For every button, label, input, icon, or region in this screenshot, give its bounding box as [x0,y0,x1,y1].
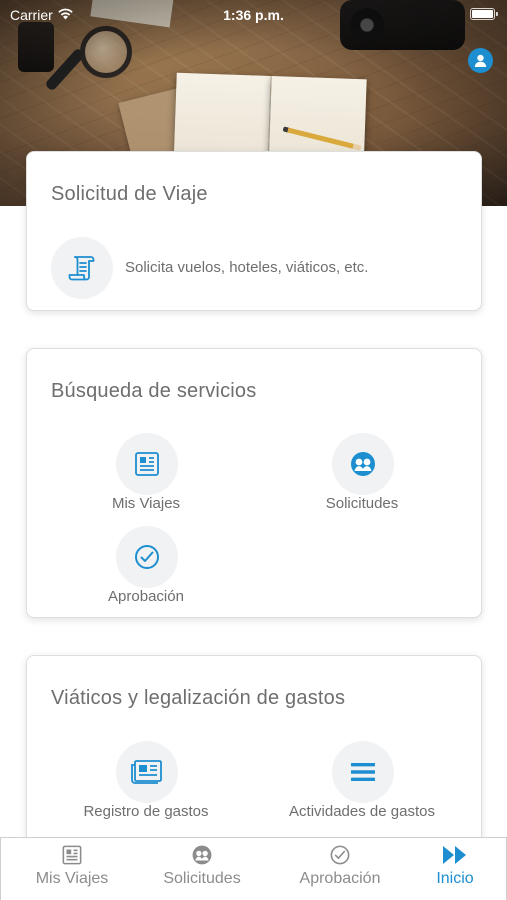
people-icon [192,845,212,865]
tab-home-label: Inicio [436,870,474,887]
tab-my-trips[interactable]: Mis Viajes [9,838,135,900]
people-icon [351,452,375,476]
status-bar: Carrier 1:36 p.m. [0,0,507,28]
tab-my-trips-label: Mis Viajes [35,870,109,887]
tab-home[interactable]: Inicio [392,838,507,900]
my-trips-label: Mis Viajes [111,495,181,512]
requests-icon-circle [332,433,394,495]
service-item-my-trips[interactable]: Mis Viajes [56,433,236,517]
my-trips-icon-circle [116,433,178,495]
approval-label: Aprobación [108,588,184,605]
tab-requests-label: Solicitudes [163,870,241,887]
travel-request-item[interactable]: Solicita vuelos, hoteles, viáticos, etc. [51,237,451,299]
activities-icon-circle [332,741,394,803]
newspaper-icon [135,452,159,476]
requests-label: Solicitudes [325,495,399,512]
check-circle-icon [135,545,159,569]
travel-request-label: Solicita vuelos, hoteles, viáticos, etc. [125,259,369,276]
service-search-card: Búsqueda de servicios Mis Viajes Solicit… [26,348,482,618]
expenses-title: Viáticos y legalización de gastos [51,687,346,709]
activities-label: Actividades de gastos [289,803,435,820]
register-label: Registro de gastos [83,803,209,820]
profile-button[interactable] [468,48,493,73]
status-time: 1:36 p.m. [223,7,284,23]
service-item-approval[interactable]: Aprobación [56,526,236,610]
document-scroll-icon [68,256,95,281]
battery-icon [470,8,498,20]
register-icon-circle [116,741,178,803]
fast-forward-icon [443,846,466,864]
check-circle-icon [330,845,350,865]
tab-bar: Mis Viajes Solicitudes Aprobación Inicio [0,837,507,900]
service-item-requests[interactable]: Solicitudes [272,433,452,517]
travel-request-title: Solicitud de Viaje [51,183,208,205]
approval-icon-circle [116,526,178,588]
expense-item-activities[interactable]: Actividades de gastos [272,741,452,825]
tab-approval[interactable]: Aprobación [277,838,403,900]
expense-item-register[interactable]: Registro de gastos [56,741,236,825]
tab-approval-label: Aprobación [299,870,381,887]
user-circle-icon [474,54,487,67]
travel-request-icon-circle [51,237,113,299]
receipt-icon [131,760,162,784]
expenses-card: Viáticos y legalización de gastos Regist… [26,655,482,855]
newspaper-icon [62,845,82,865]
service-search-title: Búsqueda de servicios [51,380,257,402]
menu-lines-icon [351,763,375,781]
tab-requests[interactable]: Solicitudes [139,838,265,900]
travel-request-card: Solicitud de Viaje Solicita vuelos, hote… [26,151,482,311]
